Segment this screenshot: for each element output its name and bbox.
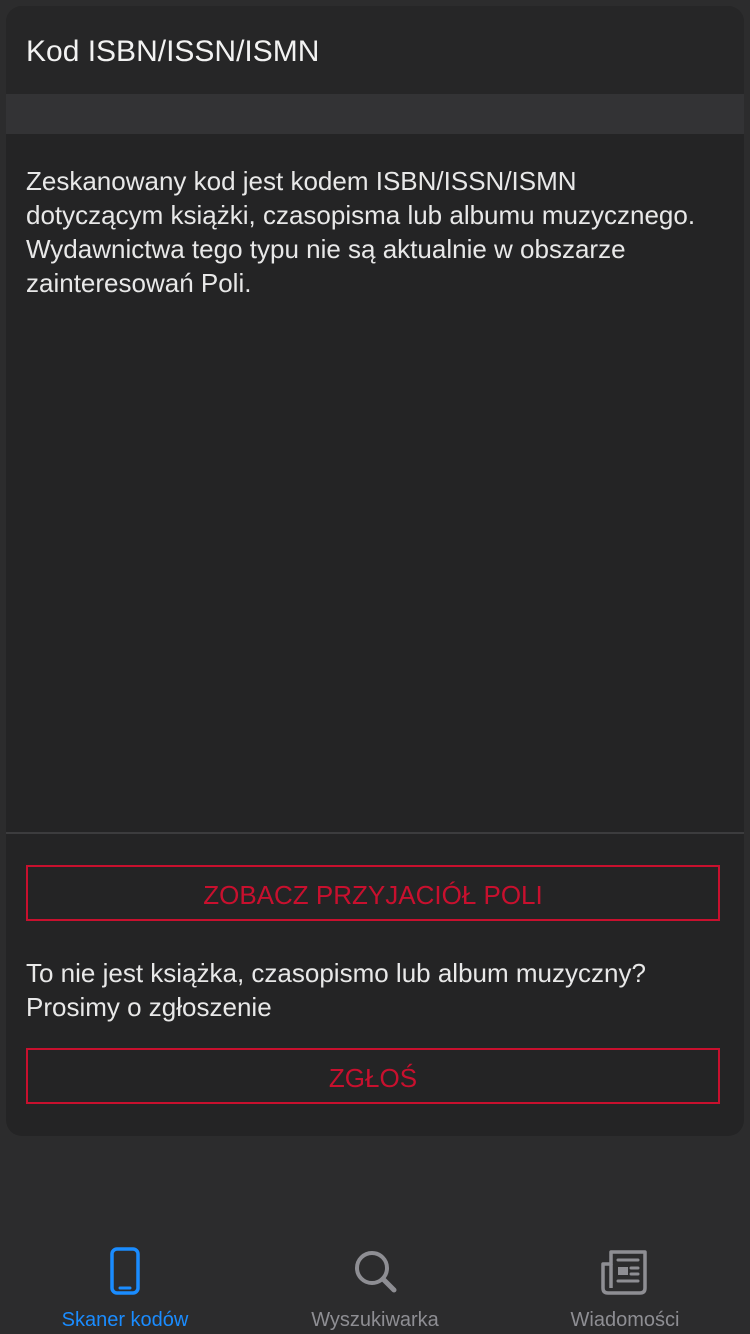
- tab-news[interactable]: Wiadomości: [500, 1246, 750, 1334]
- report-prompt: To nie jest książka, czasopismo lub albu…: [26, 958, 646, 1022]
- result-card: Kod ISBN/ISSN/ISMN Zeskanowany kod jest …: [6, 6, 744, 1136]
- divider: [6, 832, 744, 834]
- result-description: Zeskanowany kod jest kodem ISBN/ISSN/ISM…: [26, 166, 696, 298]
- tab-search[interactable]: Wyszukiwarka: [250, 1246, 500, 1334]
- tab-label: Skaner kodów: [61, 1309, 189, 1331]
- phone-icon: [110, 1247, 140, 1295]
- card-title: Kod ISBN/ISSN/ISMN: [26, 35, 320, 68]
- see-poli-friends-button[interactable]: ZOBACZ PRZYJACIÓŁ POLI: [26, 865, 720, 921]
- tab-label: Wyszukiwarka: [311, 1309, 439, 1331]
- newspaper-icon: [601, 1250, 647, 1295]
- tab-bar: Skaner kodów Wyszukiwarka Wiadomości: [0, 1230, 750, 1334]
- tab-scanner[interactable]: Skaner kodów: [0, 1246, 250, 1334]
- report-button[interactable]: ZGŁOŚ: [26, 1048, 720, 1104]
- search-icon: [355, 1251, 397, 1293]
- card-header: Kod ISBN/ISSN/ISMN: [6, 6, 744, 94]
- tab-label: Wiadomości: [570, 1309, 680, 1331]
- header-strip: [6, 94, 744, 134]
